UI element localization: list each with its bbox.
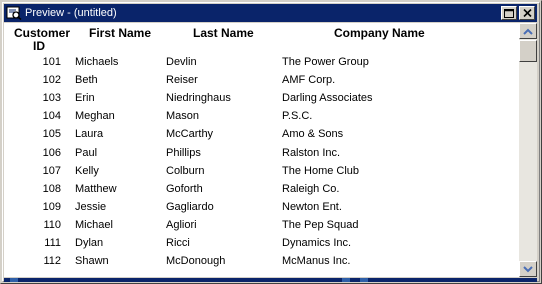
customer-id-cell: 109 (42, 201, 61, 213)
company-name-cell: AMF Corp. (282, 74, 336, 86)
last-name-cell: Niedringhaus (166, 92, 231, 104)
last-name-cell: Agliori (166, 219, 197, 231)
scroll-thumb[interactable] (519, 40, 537, 62)
report-preview: Customer ID First Name Last Name Company… (4, 23, 519, 277)
vertical-scrollbar[interactable] (519, 23, 537, 277)
first-name-cell: Laura (75, 128, 104, 140)
customer-id-cell: 112 (43, 255, 61, 267)
company-name-cell: Dynamics Inc. (282, 237, 352, 249)
company-name-cell: The Home Club (282, 165, 360, 177)
customer-id-cell: 104 (42, 110, 61, 122)
customer-id-cell: 103 (42, 92, 61, 104)
last-name-cell: Reiser (166, 74, 198, 86)
last-name-cell: Goforth (166, 183, 203, 195)
first-name-cell: Jessie (75, 201, 107, 213)
company-name-cell: The Power Group (282, 56, 369, 68)
last-name-cell: Gagliardo (166, 201, 214, 213)
first-name-cell: Erin (75, 92, 95, 104)
customer-id-cell: 102 (42, 74, 61, 86)
company-name-cell: P.S.C. (282, 110, 313, 122)
company-name-cell: McManus Inc. (282, 255, 351, 267)
scroll-down-button[interactable] (519, 261, 537, 277)
last-name-cell: McDonough (166, 255, 226, 267)
company-name-cell: Amo & Sons (282, 128, 344, 140)
window-title: Preview - (untitled) (25, 7, 117, 19)
preview-window: Preview - (untitled) Customer ID First N… (0, 0, 542, 284)
customer-id-cell: 110 (43, 219, 61, 231)
customer-id-cell: 111 (44, 237, 61, 249)
horizontal-scrollbar[interactable] (4, 278, 537, 282)
last-name-cell: Ricci (166, 237, 190, 249)
first-name-cell: Michael (75, 219, 113, 231)
company-name-cell: Raleigh Co. (282, 183, 340, 195)
first-name-cell: Meghan (75, 110, 115, 122)
chevron-down-icon (523, 265, 533, 272)
chevron-up-icon (523, 28, 533, 35)
first-name-cell: Paul (75, 147, 98, 159)
close-button[interactable] (519, 6, 535, 20)
hscroll-thumb-marker[interactable] (342, 278, 350, 282)
customer-id-cell: 101 (42, 56, 61, 68)
first-name-cell: Kelly (75, 165, 99, 177)
header-customer-id: Customer ID (14, 26, 71, 53)
header-last-name: Last Name (193, 26, 254, 40)
customer-id-cell: 107 (42, 165, 61, 177)
hscroll-left-marker (10, 278, 18, 282)
hscroll-right-marker (360, 278, 368, 282)
header-company-name: Company Name (334, 26, 425, 40)
customer-id-cell: 106 (42, 147, 61, 159)
restore-button[interactable] (501, 6, 517, 20)
company-name-cell: The Pep Squad (282, 219, 359, 231)
first-name-cell: Shawn (75, 255, 109, 267)
title-bar[interactable]: Preview - (untitled) (4, 4, 537, 22)
last-name-cell: Phillips (166, 147, 201, 159)
customer-id-cell: 108 (42, 183, 61, 195)
last-name-cell: Mason (166, 110, 200, 122)
scroll-up-button[interactable] (519, 23, 537, 39)
restore-icon (504, 8, 514, 18)
company-name-cell: Ralston Inc. (282, 147, 341, 159)
header-first-name: First Name (89, 26, 152, 40)
first-name-cell: Matthew (75, 183, 117, 195)
first-name-cell: Dylan (75, 237, 104, 249)
customer-id-cell: 105 (42, 128, 61, 140)
company-name-cell: Newton Ent. (282, 201, 342, 213)
first-name-cell: Beth (75, 74, 98, 86)
preview-icon[interactable] (6, 6, 22, 20)
first-name-cell: Michaels (75, 56, 119, 68)
last-name-cell: Colburn (166, 165, 205, 177)
company-name-cell: Darling Associates (282, 92, 373, 104)
last-name-cell: Devlin (166, 56, 197, 68)
close-icon (522, 9, 532, 17)
last-name-cell: McCarthy (166, 128, 214, 140)
